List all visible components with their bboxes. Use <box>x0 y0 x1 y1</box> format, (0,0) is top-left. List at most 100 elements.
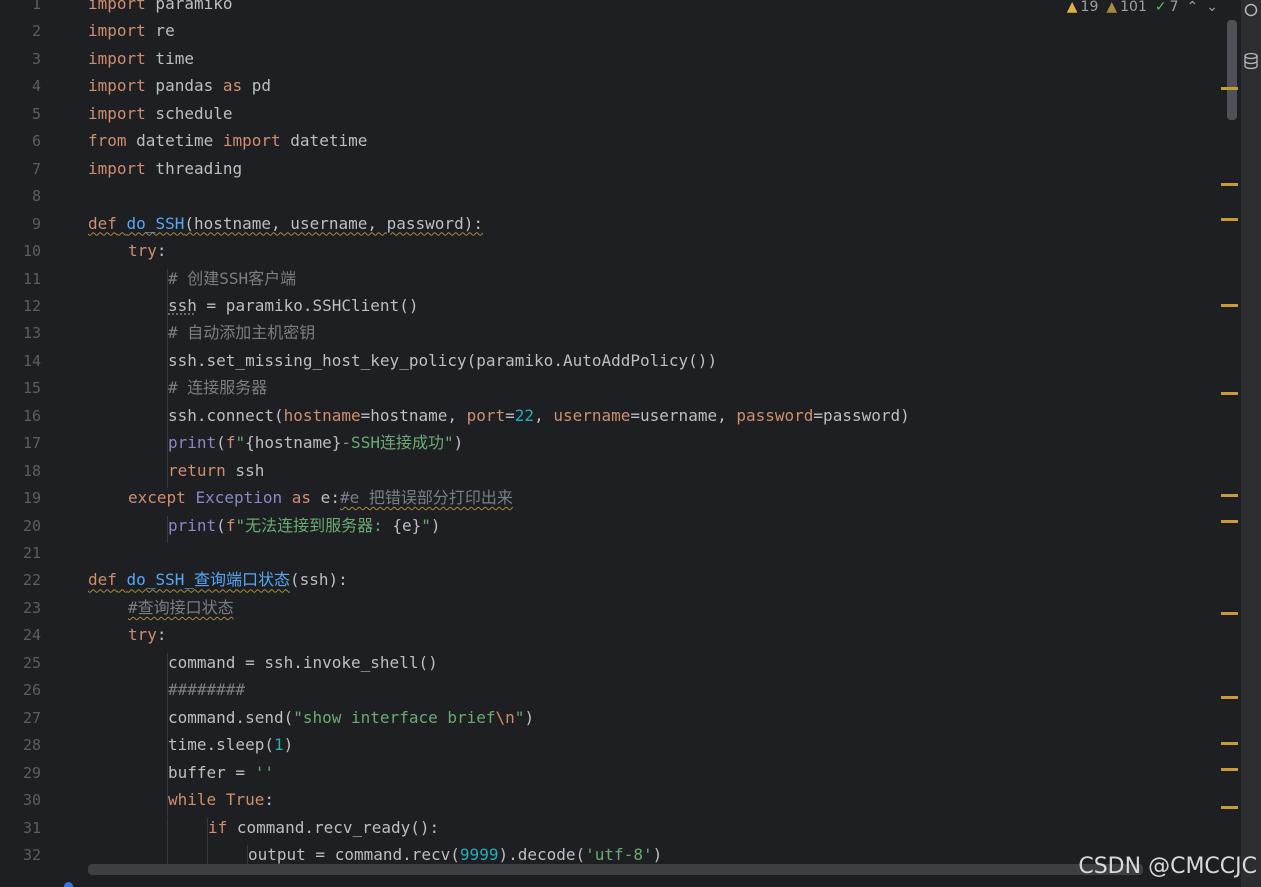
code-token: import <box>222 131 281 151</box>
code-token: {hostname} <box>245 433 342 453</box>
code-line[interactable]: try: <box>128 241 167 261</box>
code-line[interactable]: # 创建SSH客户端 <box>168 269 296 289</box>
code-token: import <box>88 76 146 96</box>
code-line[interactable]: def do_SSH(hostname, username, password)… <box>88 214 483 234</box>
code-token: ssh <box>168 295 197 315</box>
code-line[interactable]: except Exception as e:#e 把错误部分打印出来 <box>128 488 513 508</box>
code-token: time.sleep( <box>168 735 274 755</box>
scrollbar-warning-mark[interactable] <box>1221 520 1238 523</box>
code-token: as <box>222 76 243 96</box>
code-token: paramiko <box>145 0 233 13</box>
code-token: True <box>225 790 265 810</box>
code-area[interactable]: import paramiko import re import time impor… <box>0 0 1215 887</box>
code-line[interactable]: import time <box>88 49 194 69</box>
code-token: from <box>88 131 127 151</box>
vertical-scrollbar-thumb[interactable] <box>1227 20 1237 120</box>
code-line[interactable]: if command.recv_ready(): <box>208 818 439 838</box>
watermark: CSDN @CMCCJC <box>1078 854 1257 879</box>
code-token: ) <box>453 433 464 453</box>
code-token: -SSH连接成功" <box>341 433 454 453</box>
code-line[interactable]: ######## <box>168 680 245 700</box>
code-token: return <box>168 460 226 480</box>
code-token: ) <box>652 844 663 864</box>
code-token: username <box>553 405 631 425</box>
code-token: ssh.set_missing_host_key_policy(paramiko… <box>168 350 718 370</box>
code-line[interactable]: buffer = '' <box>168 763 274 783</box>
code-line[interactable]: ssh.set_missing_host_key_policy(paramiko… <box>168 351 717 371</box>
code-token: # 连接服务器 <box>168 378 268 398</box>
code-token: " <box>514 707 525 727</box>
code-line[interactable]: ssh.connect(hostname=hostname, port=22, … <box>168 406 910 426</box>
warning-count[interactable]: ▲ 19 <box>1067 0 1099 15</box>
inspection-widget[interactable]: ▲ 19 ▲ 101 ✓ 7 ⌃ ⌄ <box>1067 0 1218 15</box>
code-line[interactable]: # 自动添加主机密钥 <box>168 323 315 343</box>
code-line[interactable]: time.sleep(1) <box>168 735 293 755</box>
code-token: , <box>534 405 554 425</box>
previous-highlight-icon[interactable]: ⌃ <box>1187 0 1199 15</box>
scrollbar-warning-mark[interactable] <box>1221 304 1238 307</box>
code-token: =username, <box>630 405 737 425</box>
code-line[interactable]: from datetime import datetime <box>88 131 367 151</box>
indent-guide <box>167 790 168 818</box>
database-icon[interactable] <box>1243 52 1259 70</box>
scrollbar-warning-mark[interactable] <box>1221 768 1238 771</box>
vertical-scrollbar-track[interactable] <box>1215 0 1240 887</box>
scrollbar-warning-mark[interactable] <box>1221 696 1238 699</box>
code-token: : <box>156 625 167 645</box>
ai-assistant-icon[interactable] <box>1243 2 1259 18</box>
code-token: ######## <box>168 680 246 700</box>
code-token: #查询接口状态 <box>128 597 234 617</box>
code-editor[interactable]: 1 2 3 4 5 6 7 8 9 10 11 12 13 14 15 16 17 18 19 20 21 22 23 24 2… <box>0 0 1240 887</box>
scrollbar-warning-mark[interactable] <box>1221 218 1238 221</box>
indent-guide <box>167 735 168 763</box>
code-line[interactable]: import threading <box>88 159 242 179</box>
code-line[interactable]: def do_SSH_查询端口状态(ssh): <box>88 570 348 590</box>
indent-guide <box>167 323 168 351</box>
code-line[interactable]: import paramiko <box>88 0 233 14</box>
code-line[interactable]: return ssh <box>168 461 264 481</box>
code-token: pandas <box>145 76 223 96</box>
code-line[interactable]: # 连接服务器 <box>168 378 267 398</box>
scrollbar-warning-mark[interactable] <box>1221 183 1238 186</box>
scrollbar-warning-mark[interactable] <box>1221 87 1238 90</box>
scrollbar-warning-mark[interactable] <box>1221 742 1238 745</box>
code-line[interactable]: ssh = paramiko.SSHClient() <box>168 296 418 316</box>
indent-guide <box>167 295 168 324</box>
scrollbar-warning-mark[interactable] <box>1221 806 1238 809</box>
code-line[interactable]: output = command.recv(9999).decode('utf-… <box>248 845 662 865</box>
code-token: f <box>225 515 236 535</box>
code-line[interactable]: print(f"{hostname}-SSH连接成功") <box>168 433 463 453</box>
code-token: '' <box>254 762 274 782</box>
code-token: print <box>168 433 217 453</box>
code-line[interactable]: command.send("show interface brief\n") <box>168 708 534 728</box>
code-line[interactable]: import pandas as pd <box>88 76 271 96</box>
weak-warning-count[interactable]: ▲ 101 <box>1106 0 1147 15</box>
code-line[interactable]: while True: <box>168 790 274 810</box>
code-token: #e 把错误部分打印出来 <box>339 488 513 508</box>
scrollbar-warning-mark[interactable] <box>1221 612 1238 615</box>
indent-guide <box>167 460 168 489</box>
code-token: 9999 <box>459 844 499 864</box>
indent-guide <box>167 817 168 845</box>
scrollbar-warning-mark[interactable] <box>1221 392 1238 395</box>
code-token: while <box>168 790 217 810</box>
code-line[interactable]: print(f"无法连接到服务器: {e}") <box>168 516 441 536</box>
code-token: # 自动添加主机密钥 <box>168 323 316 343</box>
code-line[interactable]: import schedule <box>88 104 233 124</box>
code-token: \n <box>495 707 515 727</box>
typo-check-icon: ✓ <box>1154 0 1167 15</box>
code-line[interactable]: #查询接口状态 <box>128 598 234 618</box>
scrollbar-warning-mark[interactable] <box>1221 494 1238 497</box>
code-token: def <box>88 570 117 590</box>
code-token: as <box>291 488 312 508</box>
code-token: # 创建SSH客户端 <box>168 268 297 288</box>
indent-guide <box>167 433 168 461</box>
indent-guide <box>167 707 168 736</box>
typo-count[interactable]: ✓ 7 <box>1155 0 1179 15</box>
code-line[interactable]: import re <box>88 21 175 41</box>
horizontal-scrollbar[interactable] <box>88 864 1143 875</box>
code-line[interactable]: try: <box>128 625 167 645</box>
code-line[interactable]: command = ssh.invoke_shell() <box>168 653 438 673</box>
